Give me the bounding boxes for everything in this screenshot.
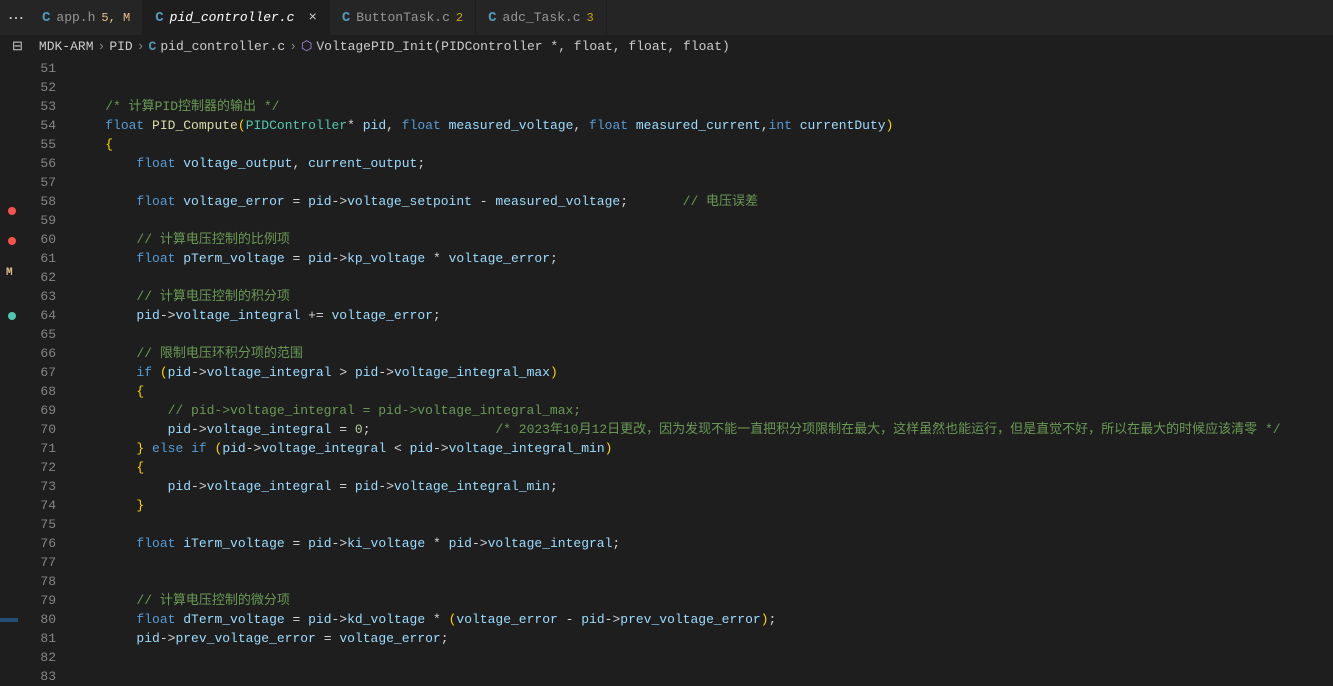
c-file-icon: C	[155, 10, 163, 26]
decoration-bar	[0, 618, 18, 622]
chevron-right-icon: ›	[137, 39, 145, 54]
tab-buttontask[interactable]: C ButtonTask.c 2	[330, 0, 476, 35]
ruler: M	[0, 57, 24, 676]
warning-badge: 3	[587, 11, 594, 25]
collapse-icon[interactable]: ⊟	[12, 39, 23, 54]
tab-adctask[interactable]: C adc_Task.c 3	[476, 0, 607, 35]
breadcrumb-part[interactable]: PID	[109, 39, 132, 54]
error-marker[interactable]	[8, 207, 16, 215]
modified-badge: 5, M	[101, 11, 130, 25]
warning-badge: 2	[456, 11, 463, 25]
c-file-icon: C	[42, 10, 50, 26]
line-number-gutter: 5152535455565758596061626364656667686970…	[24, 57, 74, 676]
modified-marker[interactable]: M	[6, 267, 13, 279]
more-icon[interactable]: ⋯	[8, 8, 24, 28]
method-icon: ⬡	[301, 39, 312, 54]
close-icon[interactable]: ×	[308, 10, 316, 26]
breadcrumb[interactable]: ⊟ MDK-ARM › PID › C pid_controller.c › ⬡…	[0, 35, 1333, 57]
tab-label: adc_Task.c	[503, 10, 581, 25]
tab-label: app.h	[56, 10, 95, 25]
tab-app-h[interactable]: C app.h 5, M	[30, 0, 143, 35]
breadcrumb-file[interactable]: pid_controller.c	[160, 39, 285, 54]
error-marker[interactable]	[8, 237, 16, 245]
info-marker[interactable]	[8, 312, 16, 320]
c-file-icon: C	[149, 39, 157, 54]
chevron-right-icon: ›	[289, 39, 297, 54]
breadcrumb-part[interactable]: MDK-ARM	[39, 39, 94, 54]
tab-label: ButtonTask.c	[356, 10, 450, 25]
code-editor[interactable]: /* 计算PID控制器的输出 */ float PID_Compute(PIDC…	[74, 57, 1333, 676]
c-file-icon: C	[342, 10, 350, 26]
tab-label: pid_controller.c	[170, 10, 295, 25]
breadcrumb-method[interactable]: VoltagePID_Init(PIDController *, float, …	[316, 39, 729, 54]
tab-pid-controller[interactable]: C pid_controller.c ×	[143, 0, 330, 35]
chevron-right-icon: ›	[98, 39, 106, 54]
c-file-icon: C	[488, 10, 496, 26]
tabs-bar: C app.h 5, M C pid_controller.c × C Butt…	[0, 0, 1333, 35]
editor-area: M 51525354555657585960616263646566676869…	[0, 57, 1333, 676]
